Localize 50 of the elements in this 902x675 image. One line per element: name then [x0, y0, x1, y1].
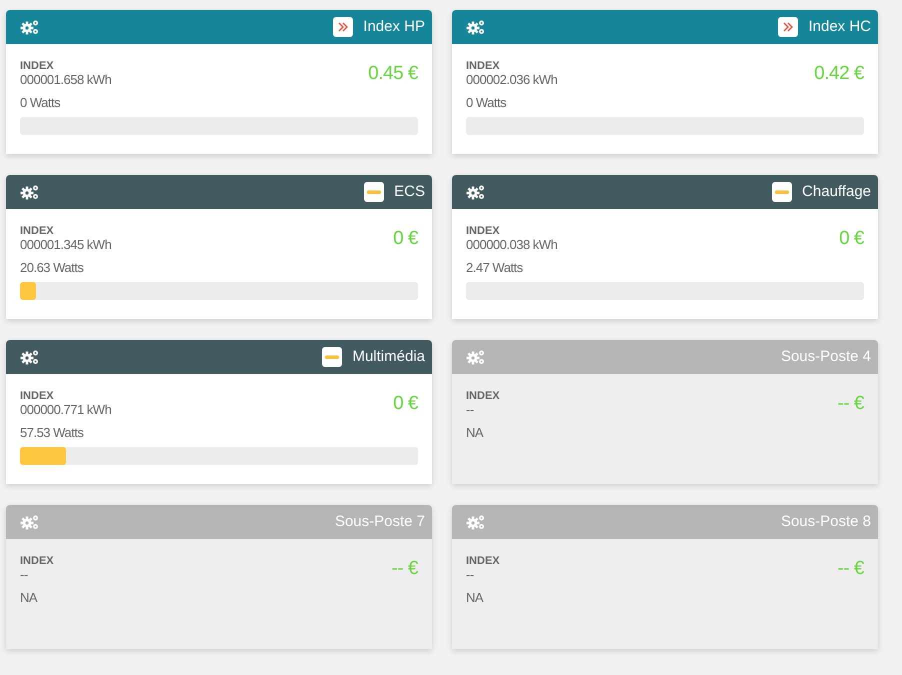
- index-value: --: [466, 567, 474, 584]
- card-title: Chauffage: [802, 182, 871, 202]
- cost-value: -- €: [838, 392, 864, 416]
- power-value: NA: [466, 424, 484, 442]
- power-value: 0 Watts: [466, 94, 506, 112]
- cost-value: 0.45 €: [368, 62, 418, 86]
- double-chevron-icon: [778, 17, 798, 37]
- index-value: --: [466, 402, 474, 418]
- power-value: 57.53 Watts: [20, 424, 84, 442]
- index-label: INDEX: [466, 60, 500, 72]
- index-label: INDEX: [466, 555, 500, 568]
- card-title: Sous-Poste 7: [334, 512, 425, 532]
- index-value: 000000.038 kWh: [466, 237, 558, 254]
- gears-icon[interactable]: [20, 18, 40, 36]
- dash-icon: [364, 182, 384, 202]
- power-value: 0 Watts: [20, 94, 60, 112]
- index-label: INDEX: [466, 225, 500, 238]
- index-value: 000001.345 kWh: [20, 237, 112, 254]
- index-value: 000002.036 kWh: [466, 72, 558, 88]
- index-label: INDEX: [20, 225, 54, 238]
- gears-icon[interactable]: [20, 348, 40, 366]
- index-label: INDEX: [20, 555, 54, 568]
- card-title: Index HC: [808, 16, 871, 37]
- power-value: NA: [20, 588, 38, 606]
- index-label: INDEX: [466, 390, 500, 402]
- cost-value: 0.42 €: [814, 62, 864, 86]
- card-title: Sous-Poste 8: [780, 512, 871, 532]
- dash-icon: [322, 347, 342, 367]
- cost-value: -- €: [838, 557, 864, 581]
- dash-icon: [772, 182, 792, 202]
- card-title: ECS: [394, 182, 425, 202]
- index-value: 000000.771 kWh: [20, 402, 112, 418]
- cost-value: 0 €: [393, 392, 418, 416]
- cost-value: -- €: [392, 557, 418, 581]
- card-title: Multimédia: [352, 346, 425, 367]
- index-label: INDEX: [20, 60, 54, 72]
- power-value: 20.63 Watts: [20, 258, 84, 276]
- index-value: --: [20, 567, 28, 584]
- index-value: 000001.658 kWh: [20, 72, 112, 88]
- cost-value: 0 €: [839, 227, 864, 251]
- gears-icon[interactable]: [466, 18, 486, 36]
- gears-icon[interactable]: [466, 183, 486, 201]
- double-chevron-icon: [333, 17, 354, 37]
- power-value: 2.47 Watts: [466, 258, 523, 276]
- card-title: Sous-Poste 4: [780, 346, 871, 367]
- index-label: INDEX: [20, 390, 54, 402]
- gears-icon[interactable]: [20, 183, 40, 201]
- card-title: Index HP: [363, 16, 425, 37]
- power-value: NA: [466, 588, 484, 606]
- cost-value: 0 €: [393, 227, 418, 251]
